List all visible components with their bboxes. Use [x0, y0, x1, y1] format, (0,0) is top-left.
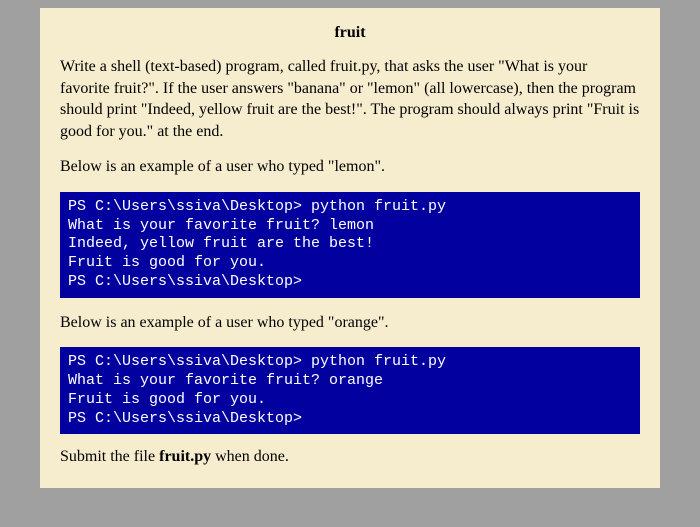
- submit-instruction: Submit the file fruit.py when done.: [60, 448, 640, 466]
- terminal-output-1: PS C:\Users\ssiva\Desktop> python fruit.…: [60, 192, 640, 298]
- submit-prefix: Submit the file: [60, 448, 159, 465]
- assignment-description: Write a shell (text-based) program, call…: [60, 56, 640, 142]
- assignment-title: fruit: [60, 24, 640, 42]
- example1-intro: Below is an example of a user who typed …: [60, 156, 640, 178]
- terminal-output-2: PS C:\Users\ssiva\Desktop> python fruit.…: [60, 347, 640, 434]
- assignment-card: fruit Write a shell (text-based) program…: [40, 8, 660, 488]
- example2-intro: Below is an example of a user who typed …: [60, 312, 640, 334]
- submit-filename: fruit.py: [159, 448, 211, 465]
- submit-suffix: when done.: [211, 448, 289, 465]
